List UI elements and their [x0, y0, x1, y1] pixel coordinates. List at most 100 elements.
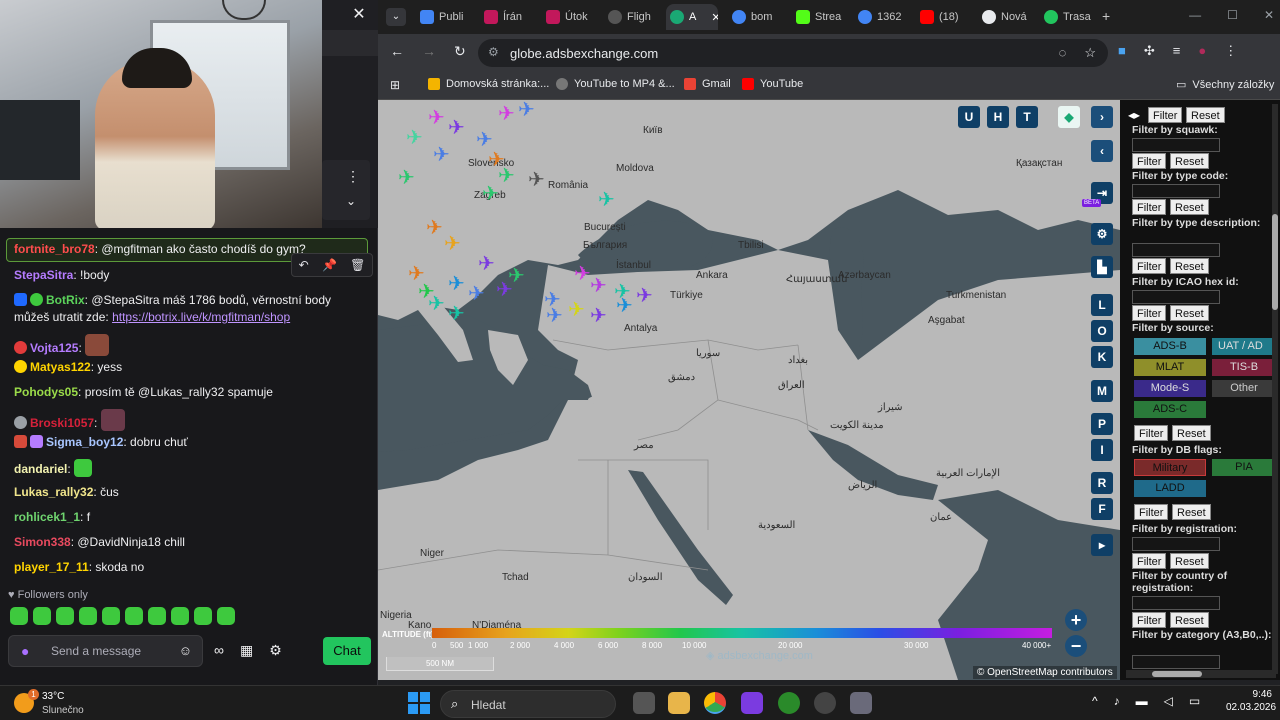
browser-tab[interactable]: Publi: [416, 4, 476, 30]
chevron-left-icon[interactable]: ‹: [1091, 140, 1113, 162]
registration-input[interactable]: [1132, 537, 1220, 551]
map-btn-u[interactable]: U: [958, 106, 980, 128]
browser-tab[interactable]: Strea: [792, 4, 852, 30]
filter-button[interactable]: Filter: [1134, 504, 1169, 520]
reset-button[interactable]: Reset: [1170, 553, 1209, 569]
aircraft-icon[interactable]: ✈: [448, 304, 465, 324]
reset-button[interactable]: Reset: [1172, 425, 1211, 441]
reset-button[interactable]: Reset: [1170, 612, 1209, 628]
type-code-input[interactable]: [1132, 184, 1220, 198]
chat-username[interactable]: Simon338: [14, 535, 71, 549]
aircraft-icon[interactable]: ✈: [426, 218, 443, 238]
profile-avatar-icon[interactable]: ●: [1198, 43, 1206, 59]
filter-button[interactable]: Filter: [1132, 305, 1167, 321]
browser-tab[interactable]: Fligh: [604, 4, 664, 30]
source-chip-other[interactable]: Other: [1212, 380, 1276, 397]
source-chip-tisb[interactable]: TIS-B: [1212, 359, 1276, 376]
filter-button[interactable]: Filter: [1132, 199, 1167, 215]
site-info-icon[interactable]: ⚙: [488, 45, 499, 59]
browser-tab[interactable]: Trasa: [1040, 4, 1100, 30]
reset-button[interactable]: Reset: [1170, 153, 1209, 169]
chat-username[interactable]: Sigma_boy12: [46, 435, 123, 449]
url-text[interactable]: globe.adsbexchange.com: [510, 46, 658, 61]
microphone-icon[interactable]: ♪: [1114, 694, 1120, 708]
filter-button[interactable]: Filter: [1148, 107, 1183, 123]
chat-username[interactable]: Lukas_rally32: [14, 485, 93, 499]
reading-list-icon[interactable]: ≡: [1173, 43, 1181, 59]
puzzle-icon[interactable]: ✣: [1144, 43, 1155, 59]
replay-icon[interactable]: ▸: [1091, 534, 1113, 556]
aircraft-icon[interactable]: ✈: [528, 170, 545, 190]
map-btn-k[interactable]: K: [1091, 346, 1113, 368]
reset-button[interactable]: Reset: [1186, 107, 1225, 123]
aircraft-icon[interactable]: ✈: [482, 184, 499, 204]
reset-button[interactable]: Reset: [1172, 504, 1211, 520]
settings-icon[interactable]: ⚙: [1091, 223, 1113, 245]
aircraft-icon[interactable]: ✈: [478, 254, 495, 274]
reload-icon[interactable]: ↻: [454, 43, 466, 60]
aircraft-icon[interactable]: ✈: [398, 168, 415, 188]
aircraft-icon[interactable]: ✈: [568, 300, 585, 320]
icao-hex-input[interactable]: [1132, 290, 1220, 304]
speaker-icon[interactable]: ◁: [1164, 694, 1173, 708]
settings-icon[interactable]: ⚙: [269, 642, 282, 659]
aircraft-icon[interactable]: ✈: [448, 118, 465, 138]
chrome-icon[interactable]: [704, 692, 726, 714]
browser-tab[interactable]: bom: [728, 4, 788, 30]
aircraft-icon[interactable]: ✈: [428, 108, 445, 128]
aircraft-icon[interactable]: ✈: [616, 296, 633, 316]
filter-button[interactable]: Filter: [1132, 612, 1167, 628]
vertical-scrollbar[interactable]: [1272, 104, 1278, 674]
aircraft-icon[interactable]: ✈: [636, 286, 653, 306]
zoom-out-button[interactable]: −: [1065, 635, 1087, 657]
battery-icon[interactable]: ▭: [1189, 694, 1200, 708]
start-button[interactable]: [408, 692, 430, 714]
emote-icon[interactable]: [194, 607, 212, 625]
chat-send-button[interactable]: Chat: [323, 637, 371, 665]
chat-username[interactable]: Vojta125: [30, 341, 78, 355]
aircraft-icon[interactable]: ✈: [444, 234, 461, 254]
aircraft-icon[interactable]: ✈: [598, 190, 615, 210]
chat-username[interactable]: rohlicek1_1: [14, 510, 80, 524]
db-flag-ladd[interactable]: LADD: [1134, 480, 1206, 497]
menu-icon[interactable]: ⋮: [1224, 43, 1237, 59]
tab-search-icon[interactable]: ⌄: [386, 8, 406, 26]
taskbar-search[interactable]: ⌕ Hledat: [440, 690, 616, 718]
emote-icon[interactable]: [217, 607, 235, 625]
bookmark-item[interactable]: Domovská stránka:...: [428, 78, 549, 90]
source-chip-adsb[interactable]: ADS-B: [1134, 338, 1206, 355]
emote-icon[interactable]: [148, 607, 166, 625]
more-options-icon[interactable]: ⋮: [346, 168, 360, 185]
db-flag-pia[interactable]: PIA: [1212, 459, 1276, 476]
emote-icon[interactable]: [125, 607, 143, 625]
country-input[interactable]: [1132, 596, 1220, 610]
filter-button[interactable]: Filter: [1132, 553, 1167, 569]
map-btn-h[interactable]: H: [987, 106, 1009, 128]
map-btn-t[interactable]: T: [1016, 106, 1038, 128]
close-window-icon[interactable]: ✕: [1264, 8, 1274, 22]
chat-username[interactable]: BotRix: [46, 293, 85, 307]
browser-tab[interactable]: Írán: [480, 4, 540, 30]
eye-slash-icon[interactable]: ◌: [1059, 45, 1067, 61]
browser-tab[interactable]: 1362: [854, 4, 914, 30]
browser-tab[interactable]: Nová: [978, 4, 1038, 30]
emote-icon[interactable]: [102, 607, 120, 625]
map-btn-l[interactable]: L: [1091, 294, 1113, 316]
chat-username[interactable]: fortnite_bro78: [14, 242, 95, 256]
emote-icon[interactable]: [171, 607, 189, 625]
aircraft-icon[interactable]: ✈: [590, 306, 607, 326]
apps-grid-icon[interactable]: ⊞: [390, 78, 400, 92]
chat-overflow-panel[interactable]: ⋮ ⌄: [322, 160, 370, 220]
chevron-right-icon[interactable]: ›: [1091, 106, 1113, 128]
minimize-icon[interactable]: —: [1189, 8, 1201, 22]
aircraft-icon[interactable]: ✈: [574, 264, 591, 284]
chat-username[interactable]: dandariel: [14, 462, 67, 476]
chat-username[interactable]: Matyas122: [30, 360, 91, 374]
task-view-icon[interactable]: [633, 692, 655, 714]
map-btn-o[interactable]: O: [1091, 320, 1113, 342]
forward-icon[interactable]: →: [422, 43, 436, 60]
filter-button[interactable]: Filter: [1134, 425, 1169, 441]
close-icon[interactable]: ✕: [348, 4, 370, 26]
settings-app-icon[interactable]: [850, 692, 872, 714]
map-btn-i[interactable]: I: [1091, 439, 1113, 461]
